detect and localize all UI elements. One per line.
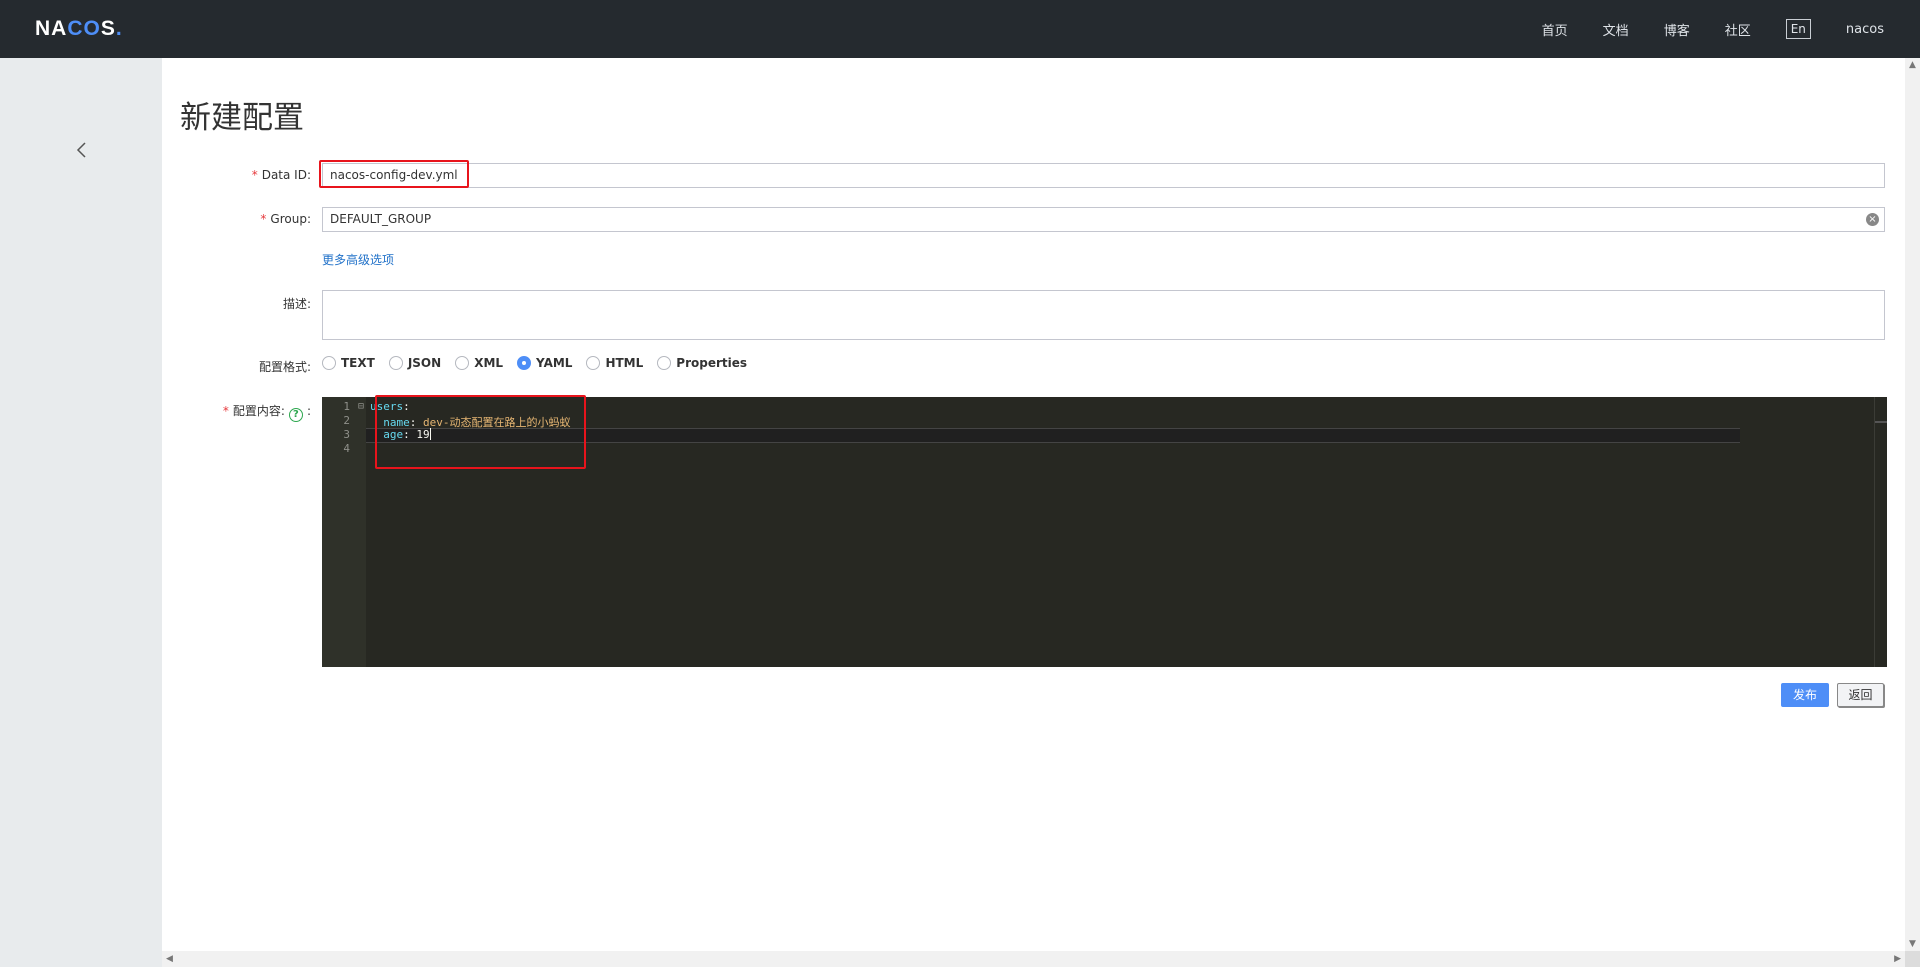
editor-gutter: 1 2 3 4 ⊟ bbox=[322, 397, 366, 667]
data-id-label: * Data ID: bbox=[252, 168, 311, 182]
format-option-properties[interactable]: Properties bbox=[657, 356, 747, 370]
line-number: 1 bbox=[343, 400, 350, 413]
nacos-logo[interactable]: NACOS. bbox=[35, 17, 123, 41]
content-label: * 配置内容:?: bbox=[223, 402, 311, 422]
nav-home[interactable]: 首页 bbox=[1542, 20, 1568, 39]
page-vertical-scrollbar[interactable]: ▲ ▼ bbox=[1905, 58, 1920, 951]
line-number: 4 bbox=[343, 442, 350, 455]
sidebar bbox=[0, 58, 162, 967]
page-horizontal-scrollbar[interactable]: ◀ ▶ bbox=[162, 951, 1905, 967]
code-line-1: users: bbox=[370, 400, 410, 413]
format-label: 配置格式: bbox=[258, 360, 311, 374]
radio-icon bbox=[586, 356, 601, 370]
user-menu[interactable]: nacos bbox=[1846, 22, 1884, 37]
clear-icon[interactable]: × bbox=[1866, 213, 1879, 226]
active-line-highlight bbox=[366, 428, 1740, 443]
nav-blog[interactable]: 博客 bbox=[1664, 20, 1690, 39]
scroll-up-icon[interactable]: ▲ bbox=[1909, 60, 1916, 70]
yaml-key: age bbox=[383, 428, 404, 441]
page-title: 新建配置 bbox=[180, 100, 304, 136]
nav-docs[interactable]: 文档 bbox=[1603, 20, 1629, 39]
format-option-json[interactable]: JSON bbox=[388, 356, 442, 370]
scrollbar-corner bbox=[1905, 951, 1920, 967]
nav-community[interactable]: 社区 bbox=[1725, 20, 1751, 39]
data-id-input[interactable]: nacos-config-dev.yml bbox=[322, 163, 1885, 188]
group-value: DEFAULT_GROUP bbox=[330, 212, 432, 226]
radio-icon bbox=[388, 356, 403, 370]
radio-icon bbox=[657, 356, 672, 370]
data-id-label-text: Data ID: bbox=[261, 168, 311, 182]
main-content: 新建配置 * Data ID: nacos-config-dev.yml * Gro… bbox=[162, 58, 1905, 951]
chevron-left-icon[interactable] bbox=[72, 140, 92, 160]
top-navbar: NACOS. 首页 文档 博客 社区 En nacos bbox=[0, 0, 1920, 58]
fold-icon[interactable]: ⊟ bbox=[358, 401, 364, 412]
scroll-right-icon[interactable]: ▶ bbox=[1894, 954, 1901, 964]
publish-button[interactable]: 发布 bbox=[1781, 683, 1829, 707]
radio-label: HTML bbox=[605, 356, 644, 370]
group-label-text: Group: bbox=[270, 212, 311, 226]
radio-label: Properties bbox=[676, 356, 748, 370]
scroll-left-icon[interactable]: ◀ bbox=[166, 954, 173, 964]
question-circle-icon[interactable]: ? bbox=[288, 408, 303, 422]
format-option-text[interactable]: TEXT bbox=[322, 356, 375, 370]
required-mark: * bbox=[222, 404, 229, 418]
radio-checked-icon bbox=[517, 356, 532, 370]
radio-icon bbox=[455, 356, 470, 370]
required-mark: * bbox=[260, 212, 267, 226]
format-option-yaml[interactable]: YAML bbox=[517, 356, 572, 370]
radio-label: YAML bbox=[536, 356, 573, 370]
language-toggle[interactable]: En bbox=[1785, 19, 1811, 39]
scroll-down-icon[interactable]: ▼ bbox=[1909, 939, 1916, 949]
content-label-colon: : bbox=[306, 404, 311, 418]
radio-label: TEXT bbox=[341, 356, 375, 370]
format-option-xml[interactable]: XML bbox=[455, 356, 503, 370]
line-number: 3 bbox=[343, 428, 350, 441]
text-cursor bbox=[429, 428, 431, 440]
back-button[interactable]: 返回 bbox=[1837, 683, 1884, 707]
description-label: 描述: bbox=[282, 297, 311, 311]
advanced-options-link[interactable]: 更多高级选项 bbox=[322, 251, 394, 268]
yaml-key: users bbox=[370, 400, 404, 413]
radio-label: XML bbox=[474, 356, 504, 370]
editor-scroll-marker bbox=[1875, 421, 1887, 423]
group-label: * Group: bbox=[260, 212, 311, 226]
format-option-html[interactable]: HTML bbox=[586, 356, 643, 370]
radio-label: JSON bbox=[407, 356, 442, 370]
yaml-indent bbox=[370, 428, 383, 441]
yaml-sep: : bbox=[403, 400, 410, 413]
description-textarea[interactable] bbox=[322, 290, 1885, 340]
editor-scrollbar[interactable] bbox=[1874, 397, 1875, 667]
required-mark: * bbox=[251, 168, 258, 182]
content-label-text: 配置内容: bbox=[232, 404, 285, 418]
code-line-3: age: 19 bbox=[370, 428, 431, 441]
line-number: 2 bbox=[343, 414, 350, 427]
top-nav: 首页 文档 博客 社区 En nacos bbox=[1507, 0, 1884, 58]
code-editor[interactable]: 1 2 3 4 ⊟ users: name: dev-动态配置在路上的小蚂蚁 a… bbox=[322, 397, 1887, 667]
yaml-sep: : bbox=[403, 428, 417, 441]
yaml-value: 19 bbox=[416, 428, 430, 441]
yaml-value: dev-动态配置在路上的小蚂蚁 bbox=[423, 416, 571, 429]
radio-icon bbox=[322, 356, 336, 370]
group-input[interactable]: DEFAULT_GROUP × bbox=[322, 207, 1885, 232]
format-radio-group: TEXT JSON XML YAML HTML Properties bbox=[322, 356, 761, 370]
